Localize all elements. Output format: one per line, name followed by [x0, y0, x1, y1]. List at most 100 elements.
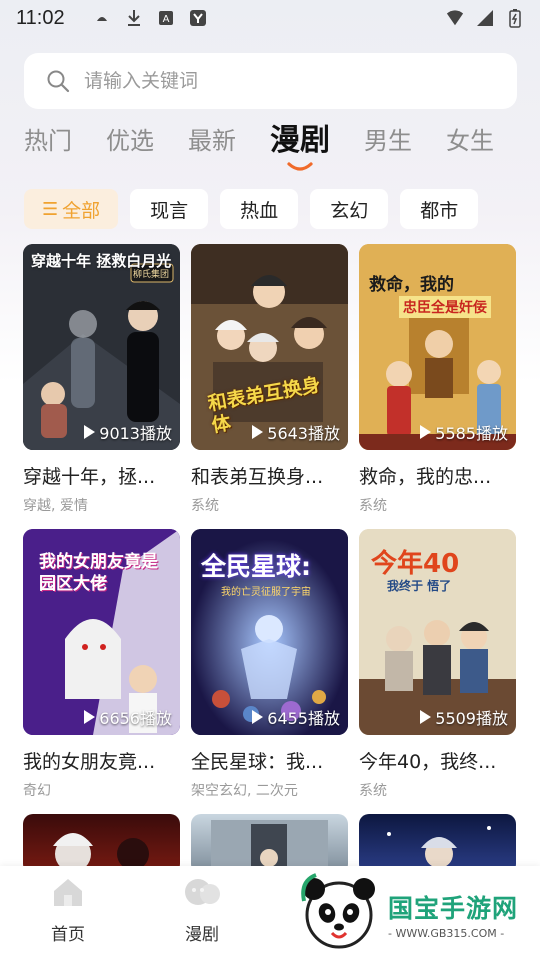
play-icon [252, 425, 264, 439]
tab-male[interactable]: 男生 [364, 122, 412, 160]
chip-romance[interactable]: 现言 [130, 189, 209, 229]
drama-cover: 穿越十年 拯救白月光 柳氏集团 9013播放 [23, 244, 180, 450]
drama-card[interactable]: 今年40 我终于 悟了 5509播放 今年40，我终... 系统 [359, 529, 516, 800]
app-y-icon [189, 9, 207, 27]
chip-action[interactable]: 热血 [220, 189, 299, 229]
search-icon [46, 69, 70, 93]
tab-latest[interactable]: 最新 [188, 122, 236, 160]
status-time: 11:02 [16, 6, 65, 29]
cover-art [387, 826, 491, 868]
play-count-text: 5643播放 [267, 424, 340, 443]
category-tabs: 热门 优选 最新 漫剧 男生 女生 [24, 122, 524, 178]
play-count: 9013播放 [84, 420, 172, 444]
tab-selected[interactable]: 优选 [106, 122, 154, 160]
play-icon [420, 425, 432, 439]
filter-chips: ☰ 全部 现言 热血 玄幻 都市 [24, 189, 479, 229]
play-count: 5509播放 [420, 705, 508, 729]
tab-label: 最新 [188, 127, 236, 155]
chip-label: 现言 [150, 199, 189, 222]
drama-cover [191, 814, 348, 874]
drama-card[interactable]: 和表弟互换身体 5643播放 和表弟互换身... 系统 [191, 244, 348, 515]
play-icon [252, 710, 264, 724]
drama-title: 穿越十年，拯... [23, 466, 156, 488]
play-count: 6656播放 [84, 705, 172, 729]
notification-icon [93, 9, 111, 27]
drama-tags: 系统 [191, 498, 219, 514]
tab-drama[interactable]: 漫剧 [270, 122, 330, 171]
tab-label: 男生 [364, 127, 412, 155]
chip-fantasy[interactable]: 玄幻 [310, 189, 389, 229]
play-count-text: 9013播放 [99, 424, 172, 443]
cover-subtitle: 我的亡灵征服了宇宙 [221, 587, 311, 598]
drama-card[interactable] [191, 814, 348, 874]
play-count-text: 5585播放 [435, 424, 508, 443]
site-watermark: 国宝手游网 - WWW.GB315.COM - [298, 868, 540, 960]
drama-cover: 救命，我的 忠臣全是奸佞 5585播放 [359, 244, 516, 450]
drama-tags: 架空玄幻, 二次元 [191, 783, 298, 799]
cover-art [53, 833, 149, 872]
cover-title: 救命，我的 [369, 275, 454, 295]
download-icon [125, 9, 143, 27]
status-bar: 11:02 A [0, 0, 540, 36]
cover-subtitle: 我终于 悟了 [387, 579, 452, 593]
chip-label: 都市 [420, 199, 459, 222]
home-icon [51, 876, 85, 912]
drama-icon [182, 876, 222, 912]
chip-all[interactable]: ☰ 全部 [24, 189, 119, 229]
watermark-title: 国宝手游网 [388, 893, 519, 923]
cover-subtitle: 忠臣全是奸佞 [399, 296, 491, 318]
chip-label: 玄幻 [330, 199, 369, 222]
panda-logo-icon [298, 871, 380, 957]
nav-home[interactable]: 首页 [28, 876, 108, 945]
cover-art [211, 820, 328, 874]
drama-tags: 奇幻 [23, 783, 51, 799]
play-count-text: 6455播放 [267, 709, 340, 728]
search-input[interactable] [84, 70, 464, 92]
drama-card[interactable] [359, 814, 516, 874]
drama-title: 今年40，我终... [359, 751, 497, 773]
tab-hot[interactable]: 热门 [24, 122, 72, 160]
chip-label: 全部 [62, 199, 101, 222]
wifi-icon [446, 9, 464, 27]
drama-cover [359, 814, 516, 874]
drama-tags: 系统 [359, 498, 387, 514]
svg-text:A: A [162, 14, 169, 25]
drama-title: 我的女朋友竟... [23, 751, 156, 773]
watermark-url: - WWW.GB315.COM - [388, 926, 505, 940]
play-icon [84, 710, 96, 724]
drama-tags: 穿越, 爱情 [23, 498, 88, 514]
drama-title: 全民星球：我... [191, 751, 324, 773]
signal-icon [476, 9, 494, 27]
drama-card[interactable]: 救命，我的 忠臣全是奸佞 5585播放 救命，我的忠... 系统 [359, 244, 516, 515]
drama-cover [23, 814, 180, 874]
cover-title: 全民星球: [201, 552, 311, 581]
drama-card[interactable] [23, 814, 180, 874]
tab-label: 热门 [24, 127, 72, 155]
chip-urban[interactable]: 都市 [400, 189, 479, 229]
tab-label: 女生 [446, 127, 494, 155]
drama-tags: 系统 [359, 783, 387, 799]
drama-card[interactable]: 穿越十年 拯救白月光 柳氏集团 9013播放 穿越十年，拯... 穿越, 爱情 [23, 244, 180, 515]
cover-title: 我的女朋友竟是园区大佬 [39, 552, 158, 594]
tab-female[interactable]: 女生 [446, 122, 494, 160]
tab-label: 优选 [106, 127, 154, 155]
play-count: 5585播放 [420, 420, 508, 444]
play-count-text: 6656播放 [99, 709, 172, 728]
drama-card[interactable]: 我的女朋友竟是园区大佬 6656播放 我的女朋友竟... 奇幻 [23, 529, 180, 800]
drama-cover: 和表弟互换身体 5643播放 [191, 244, 348, 450]
app-a-icon: A [157, 9, 175, 27]
nav-drama[interactable]: 漫剧 [162, 876, 242, 945]
play-count: 6455播放 [252, 705, 340, 729]
drama-title: 和表弟互换身... [191, 466, 324, 488]
drama-cover: 全民星球: 我的亡灵征服了宇宙 6455播放 [191, 529, 348, 735]
drama-cover: 我的女朋友竟是园区大佬 6656播放 [23, 529, 180, 735]
drama-card[interactable]: 全民星球: 我的亡灵征服了宇宙 6455播放 全民星球：我... 架空玄幻, 二… [191, 529, 348, 800]
cover-title: 今年40 [371, 549, 460, 579]
list-icon: ☰ [42, 198, 59, 220]
drama-title: 救命，我的忠... [359, 466, 492, 488]
play-icon [420, 710, 432, 724]
search-bar[interactable] [24, 53, 517, 109]
play-count-text: 5509播放 [435, 709, 508, 728]
drama-cover: 今年40 我终于 悟了 5509播放 [359, 529, 516, 735]
battery-icon [506, 9, 524, 28]
